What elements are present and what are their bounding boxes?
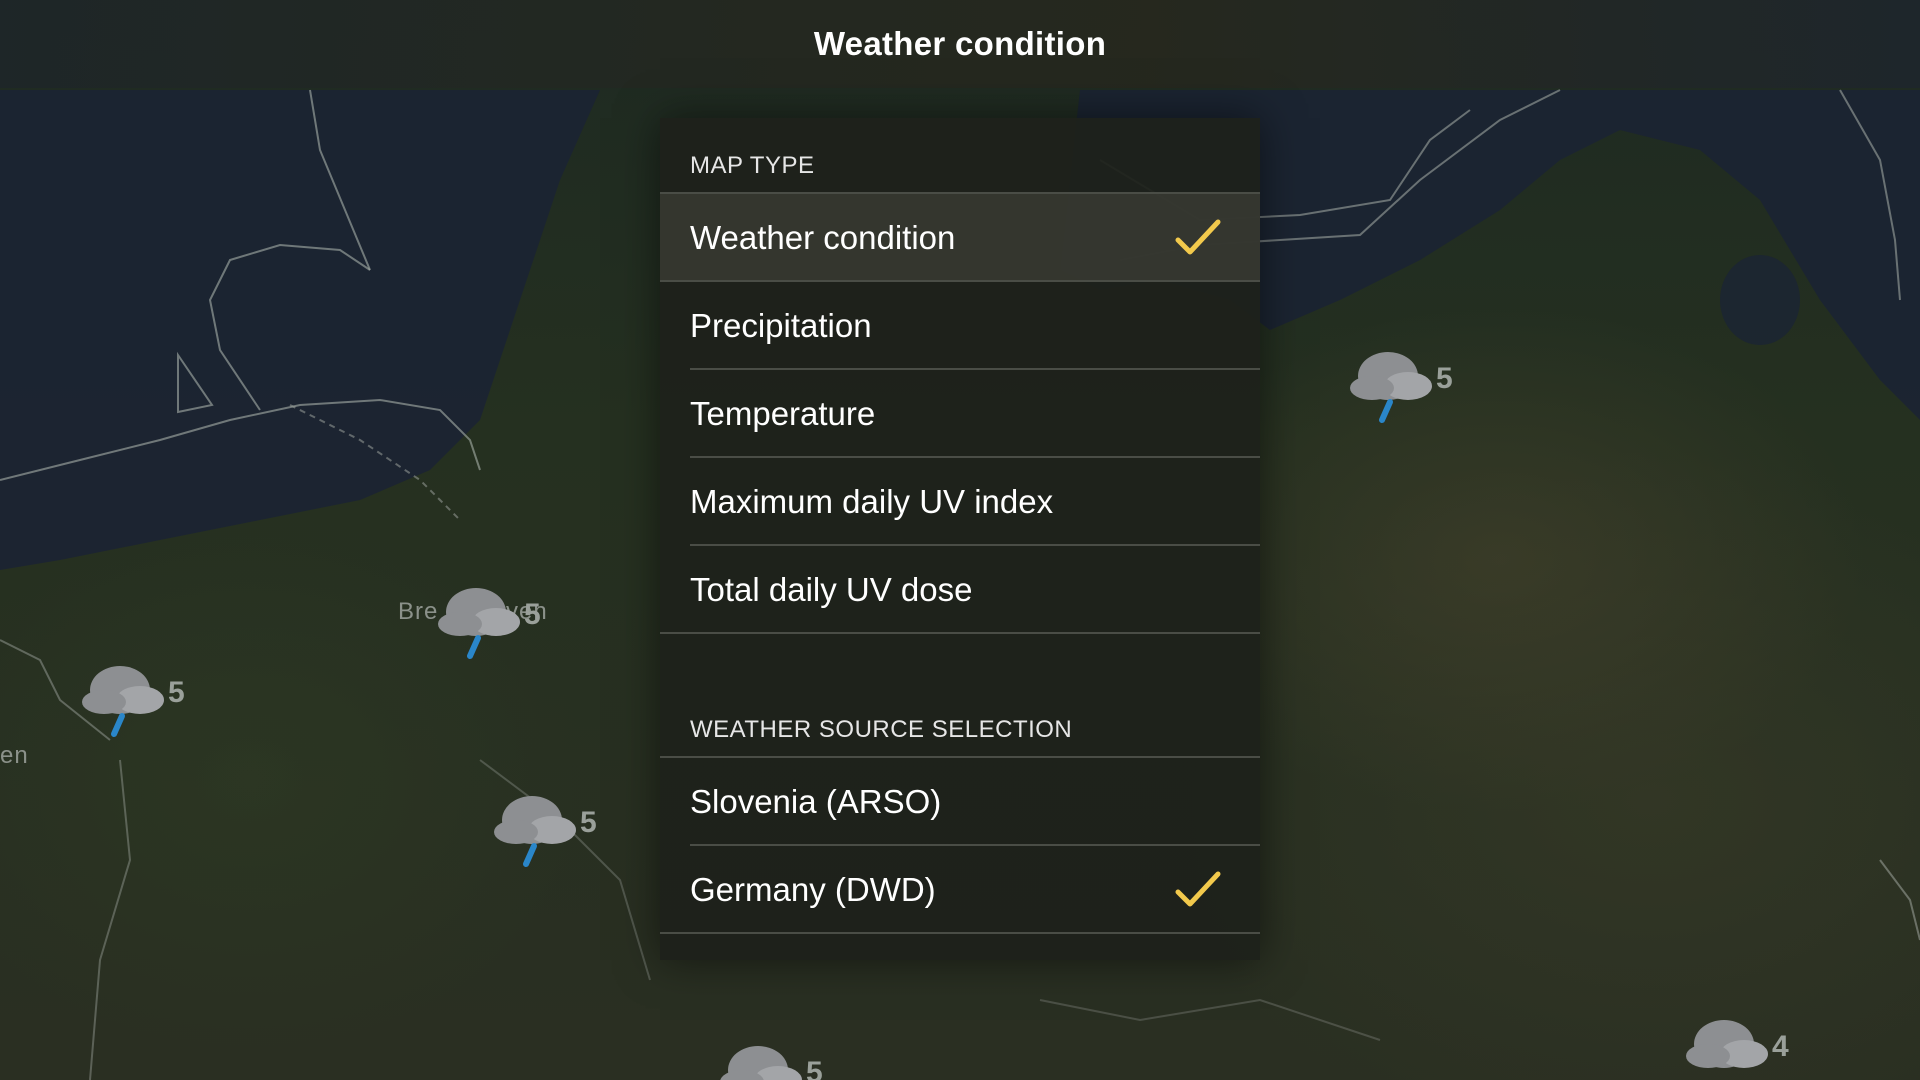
- marker-value: 5: [806, 1056, 823, 1080]
- source-germany-dwd[interactable]: Germany (DWD): [660, 846, 1260, 934]
- item-label: Germany (DWD): [690, 871, 936, 908]
- map-label-city-3: en: [0, 742, 29, 769]
- item-label: Temperature: [690, 395, 876, 432]
- item-label: Precipitation: [690, 307, 872, 344]
- marker-value: 4: [1772, 1030, 1789, 1063]
- page-title: Weather condition: [813, 25, 1107, 62]
- marker-value: 5: [580, 806, 597, 839]
- marker-value: 5: [524, 598, 541, 631]
- weather-marker[interactable]: 5: [432, 582, 542, 662]
- map-options-dialog: MAP TYPE Weather condition Precipitation…: [660, 118, 1260, 960]
- divider: [660, 632, 1260, 634]
- top-bar: Weather condition: [0, 0, 1920, 88]
- weather-marker[interactable]: 5: [1344, 346, 1454, 426]
- weather-marker[interactable]: 4: [1680, 1014, 1790, 1080]
- map-type-precipitation[interactable]: Precipitation: [660, 282, 1260, 370]
- section-header-map-type: MAP TYPE: [690, 152, 815, 179]
- map-type-weather-condition[interactable]: Weather condition: [660, 194, 1260, 282]
- app-screen: Bre ven en 5 5 5 5 5 4 Weather condition…: [0, 0, 1920, 1080]
- item-label: Maximum daily UV index: [690, 483, 1054, 520]
- divider: [660, 932, 1260, 934]
- checkmark-icon: [1175, 871, 1221, 907]
- section-header-weather-source: WEATHER SOURCE SELECTION: [690, 716, 1073, 743]
- weather-marker[interactable]: 5: [714, 1040, 824, 1080]
- map-type-temperature[interactable]: Temperature: [660, 370, 1260, 458]
- map-type-max-uv-index[interactable]: Maximum daily UV index: [660, 458, 1260, 546]
- weather-marker[interactable]: 5: [76, 660, 186, 740]
- map-type-total-uv-dose[interactable]: Total daily UV dose: [660, 546, 1260, 634]
- item-label: Total daily UV dose: [690, 571, 973, 608]
- marker-value: 5: [1436, 362, 1453, 395]
- item-label: Slovenia (ARSO): [690, 783, 942, 820]
- source-slovenia-arso[interactable]: Slovenia (ARSO): [660, 758, 1260, 846]
- checkmark-icon: [1175, 219, 1221, 255]
- item-label: Weather condition: [690, 219, 956, 256]
- weather-marker[interactable]: 5: [488, 790, 598, 870]
- marker-value: 5: [168, 676, 185, 709]
